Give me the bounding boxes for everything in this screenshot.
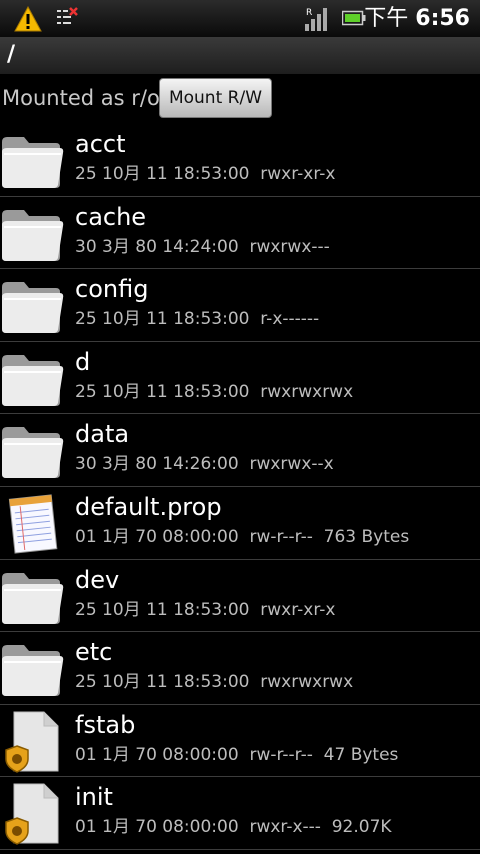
folder-icon (0, 564, 66, 628)
file-meta: 30 3月 80 14:24:00 rwxrwx--- (75, 235, 330, 259)
signal-icon: R (305, 8, 327, 31)
warning-icon[interactable] (14, 6, 42, 32)
file-meta: 01 1月 70 08:00:00 rw-r--r-- 47 Bytes (75, 743, 398, 767)
file-size: 47 Bytes (323, 744, 399, 765)
list-item[interactable]: data 30 3月 80 14:26:00 rwxrwx--x (0, 414, 480, 487)
path-bar: / (0, 37, 480, 74)
file-date: 01 1月 70 08:00:00 (75, 526, 239, 547)
file-meta: 25 10月 11 18:53:00 rwxr-xr-x (75, 598, 335, 622)
status-bar: R 下午 6:56 (0, 0, 480, 37)
system-file-icon (0, 781, 66, 846)
file-date: 01 1月 70 08:00:00 (75, 744, 239, 765)
file-date: 25 10月 11 18:53:00 (75, 672, 250, 693)
folder-icon (0, 273, 66, 337)
svg-text:R: R (306, 8, 312, 18)
clock: 下午 6:56 (364, 4, 470, 34)
file-permissions: rwxr-xr-x (260, 599, 336, 620)
file-date: 01 1月 70 08:00:00 (75, 817, 239, 838)
file-name: etc (75, 638, 113, 667)
file-meta: 25 10月 11 18:53:00 r-x------ (75, 307, 319, 331)
file-name: acct (75, 130, 126, 158)
file-permissions: rwxrwx--- (249, 236, 330, 257)
file-permissions: rwxrwxrwx (260, 381, 354, 402)
file-permissions: rwxr-xr-x (260, 164, 336, 184)
file-permissions: rwxrwxrwx (260, 672, 354, 693)
list-item[interactable]: acct 25 10月 11 18:53:00 rwxr-xr-x (0, 124, 480, 197)
file-date: 30 3月 80 14:26:00 (75, 454, 239, 475)
file-permissions: rw-r--r-- (249, 526, 313, 547)
file-name: config (75, 275, 149, 304)
file-name: default.prop (75, 492, 222, 521)
file-name: data (75, 420, 130, 449)
battery-icon (342, 10, 366, 26)
file-date: 25 10月 11 18:53:00 (75, 599, 250, 620)
file-meta: 01 1月 70 08:00:00 rwxr-x--- 92.07K (75, 815, 392, 839)
file-meta: 25 10月 11 18:53:00 rwxrwxrwx (75, 670, 353, 694)
file-meta: 25 10月 11 18:53:00 rwxrwxrwx (75, 380, 353, 404)
file-name: cache (75, 202, 147, 231)
file-permissions: rwxrwx--x (249, 454, 334, 475)
mount-status-label: Mounted as r/o (2, 86, 160, 110)
list-item[interactable]: d 25 10月 11 18:53:00 rwxrwxrwx (0, 342, 480, 415)
folder-icon (0, 201, 66, 265)
folder-icon (0, 636, 66, 700)
file-name: init (75, 783, 113, 812)
file-name: fstab (75, 710, 136, 739)
list-item[interactable]: init 01 1月 70 08:00:00 rwxr-x--- 92.07K (0, 777, 480, 850)
file-date: 25 10月 11 18:53:00 (75, 381, 250, 402)
clock-time: 6:56 (415, 6, 470, 31)
current-path: / (7, 42, 16, 67)
file-date: 25 10月 11 18:53:00 (75, 309, 250, 330)
folder-icon (0, 346, 66, 410)
file-list: acct 25 10月 11 18:53:00 rwxr-xr-x cache 30 … (0, 124, 480, 850)
file-meta: 30 3月 80 14:26:00 rwxrwx--x (75, 452, 334, 476)
mount-row: Mounted as r/o Mount R/W (0, 74, 480, 124)
file-name: d (75, 347, 91, 376)
file-name: dev (75, 565, 120, 594)
file-permissions: r-x------ (260, 309, 320, 330)
file-size: 92.07K (331, 817, 392, 838)
file-permissions: rwxr-x--- (249, 817, 321, 838)
text-file-icon (0, 491, 66, 555)
list-item[interactable]: etc 25 10月 11 18:53:00 rwxrwxrwx (0, 632, 480, 705)
file-permissions: rw-r--r-- (249, 744, 313, 765)
file-date: 30 3月 80 14:24:00 (75, 236, 239, 257)
mount-rw-button[interactable]: Mount R/W (159, 78, 272, 118)
list-item[interactable]: default.prop 01 1月 70 08:00:00 rw-r--r-- … (0, 487, 480, 560)
file-size: 763 Bytes (323, 526, 410, 547)
list-item[interactable]: fstab 01 1月 70 08:00:00 rw-r--r-- 47 Byte… (0, 705, 480, 778)
file-date: 25 10月 11 18:53:00 (75, 164, 250, 184)
clock-period: 下午 (364, 6, 409, 31)
list-item[interactable]: config 25 10月 11 18:53:00 r-x------ (0, 269, 480, 342)
file-meta: 01 1月 70 08:00:00 rw-r--r-- 763 Bytes (75, 525, 409, 549)
notification-icon[interactable] (56, 7, 78, 29)
list-item[interactable]: cache 30 3月 80 14:24:00 rwxrwx--- (0, 197, 480, 270)
folder-icon (0, 418, 66, 482)
folder-icon (0, 128, 66, 192)
file-meta: 25 10月 11 18:53:00 rwxr-xr-x (75, 162, 335, 186)
system-file-icon (0, 709, 66, 773)
list-item[interactable]: dev 25 10月 11 18:53:00 rwxr-xr-x (0, 560, 480, 633)
